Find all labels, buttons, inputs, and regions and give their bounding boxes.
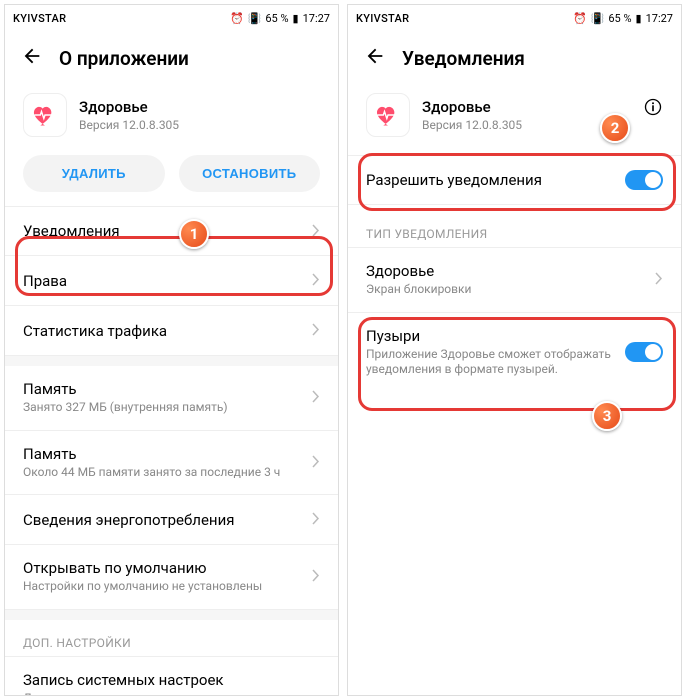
row-channel-health[interactable]: Здоровье Экран блокировки [348, 247, 681, 313]
app-name: Здоровье [79, 98, 179, 116]
alarm-icon: ⏰ [573, 12, 587, 25]
battery-label: 65 % [265, 12, 288, 25]
row-label: Статистика трафика [23, 322, 302, 340]
chevron-right-icon [312, 453, 320, 472]
content-area: Здоровье Версия 12.0.8.305 Разрешить уве… [348, 81, 681, 695]
row-sublabel: Настройки по умолчанию не установлены [23, 579, 302, 595]
carrier-label: KYIVSTAR [356, 12, 409, 25]
title-bar: О приложении [5, 31, 338, 81]
app-icon [366, 93, 410, 137]
action-buttons: УДАЛИТЬ ОСТАНОВИТЬ [5, 155, 338, 206]
row-permissions[interactable]: Права [5, 256, 338, 306]
section-header-type: ТИП УВЕДОМЛЕНИЯ [348, 205, 681, 247]
row-notifications[interactable]: Уведомления [5, 206, 338, 256]
section-divider [5, 610, 338, 620]
status-right: ⏰ 📳 65 % ▮ 17:27 [573, 12, 673, 25]
chevron-right-icon [312, 321, 320, 340]
row-label: Сведения энергопотребления [23, 511, 302, 529]
chevron-right-icon [312, 271, 320, 290]
chevron-right-icon [655, 270, 663, 289]
vibrate-icon: 📳 [591, 12, 605, 25]
battery-label: 65 % [608, 12, 631, 25]
chevron-right-icon [312, 567, 320, 586]
chevron-right-icon [312, 388, 320, 407]
app-header: Здоровье Версия 12.0.8.305 [5, 81, 338, 155]
row-allow-notifications[interactable]: Разрешить уведомления [348, 155, 681, 205]
tutorial-badge-1: 1 [179, 219, 209, 249]
row-sublabel: Около 44 МБ памяти занято за последние 3… [23, 465, 302, 481]
row-storage[interactable]: Память Занято 327 МБ (внутренняя память) [5, 366, 338, 431]
uninstall-button[interactable]: УДАЛИТЬ [23, 155, 165, 192]
content-area: Здоровье Версия 12.0.8.305 УДАЛИТЬ ОСТАН… [5, 81, 338, 695]
time-label: 17:27 [303, 12, 330, 25]
tutorial-badge-3: 3 [592, 401, 622, 431]
app-name: Здоровье [422, 98, 522, 116]
info-icon[interactable] [643, 97, 663, 121]
row-label: Запись системных настроек [23, 671, 310, 689]
phone-right-notifications: KYIVSTAR ⏰ 📳 65 % ▮ 17:27 Уведомления Зд… [347, 4, 682, 696]
chevron-right-icon [312, 222, 320, 241]
toggle-allow-notifications[interactable] [625, 170, 663, 190]
status-right: ⏰ 📳 65 % ▮ 17:27 [230, 12, 330, 25]
row-sublabel: Экран блокировки [366, 282, 645, 298]
row-label: Разрешить уведомления [366, 171, 615, 189]
row-bubbles[interactable]: Пузыри Приложение Здоровье сможет отобра… [348, 313, 681, 392]
battery-icon: ▮ [293, 12, 299, 25]
row-open-by-default[interactable]: Открывать по умолчанию Настройки по умол… [5, 545, 338, 610]
app-icon [23, 93, 67, 137]
alarm-icon: ⏰ [230, 12, 244, 25]
back-arrow-icon[interactable] [21, 45, 43, 71]
section-divider [5, 356, 338, 366]
battery-icon: ▮ [636, 12, 642, 25]
row-label: Память [23, 445, 302, 463]
force-stop-button[interactable]: ОСТАНОВИТЬ [179, 155, 321, 192]
row-system-settings-record[interactable]: Запись системных настроек Да [5, 656, 338, 695]
phone-left-app-info: KYIVSTAR ⏰ 📳 65 % ▮ 17:27 О приложении З… [4, 4, 339, 696]
row-power-usage[interactable]: Сведения энергопотребления [5, 495, 338, 545]
row-traffic[interactable]: Статистика трафика [5, 306, 338, 356]
status-bar: KYIVSTAR ⏰ 📳 65 % ▮ 17:27 [348, 5, 681, 31]
back-arrow-icon[interactable] [364, 45, 386, 71]
row-label: Пузыри [366, 327, 615, 345]
carrier-label: KYIVSTAR [13, 12, 66, 25]
page-title: Уведомления [402, 47, 525, 70]
row-memory-usage[interactable]: Память Около 44 МБ памяти занято за посл… [5, 431, 338, 496]
row-label: Здоровье [366, 262, 645, 280]
row-label: Уведомления [23, 222, 302, 240]
chevron-right-icon [312, 510, 320, 529]
row-sublabel: Приложение Здоровье сможет отображать ув… [366, 347, 615, 378]
status-bar: KYIVSTAR ⏰ 📳 65 % ▮ 17:27 [5, 5, 338, 31]
app-version: Версия 12.0.8.305 [79, 118, 179, 132]
time-label: 17:27 [646, 12, 673, 25]
toggle-bubbles[interactable] [625, 342, 663, 362]
row-label: Память [23, 380, 302, 398]
row-sublabel: Да [23, 691, 310, 695]
row-label: Права [23, 272, 302, 290]
page-title: О приложении [59, 47, 189, 70]
app-header: Здоровье Версия 12.0.8.305 [348, 81, 681, 155]
section-header-extra: ДОП. НАСТРОЙКИ [5, 620, 338, 656]
app-version: Версия 12.0.8.305 [422, 118, 522, 132]
tutorial-badge-2: 2 [600, 113, 630, 143]
vibrate-icon: 📳 [248, 12, 262, 25]
title-bar: Уведомления [348, 31, 681, 81]
row-sublabel: Занято 327 МБ (внутренняя память) [23, 400, 302, 416]
row-label: Открывать по умолчанию [23, 559, 302, 577]
